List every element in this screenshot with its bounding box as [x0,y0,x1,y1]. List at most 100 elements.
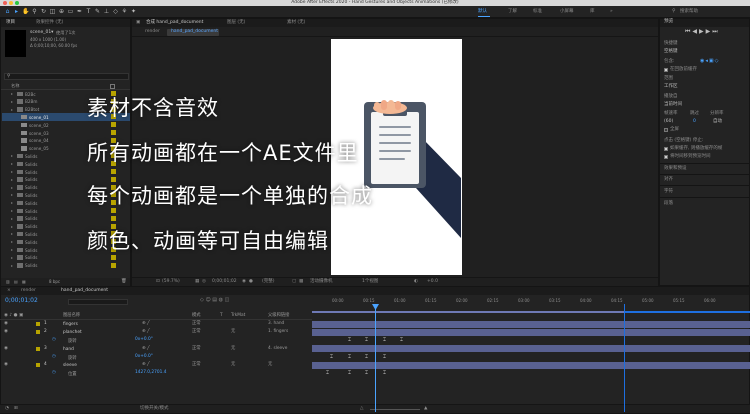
project-comp-item[interactable]: scene_03 [2,129,130,137]
mask-icon[interactable]: ◎ [202,279,206,285]
visibility-eye-icon[interactable]: ◉ [4,321,8,327]
rotate-tool-icon[interactable]: ↻ [40,8,47,16]
label-color-tag[interactable] [111,223,116,229]
layer-name[interactable]: planchet [63,330,82,335]
layer-trkmat-dropdown[interactable]: 无 [231,329,235,334]
layer-label-color[interactable] [36,346,40,351]
playhead-line[interactable] [375,304,376,412]
shy-icon[interactable]: ☺ [205,297,210,303]
exposure-value[interactable]: +0.0 [427,279,438,285]
expand-arrow-icon[interactable]: ▸ [11,99,13,104]
panel-paragraph[interactable]: 段落 [664,201,673,207]
layer-trkmat-dropdown[interactable]: 无 [231,362,235,367]
av-features-icon[interactable]: ◉ ♪ ● ▣ [4,313,23,319]
help-search-input[interactable]: 搜索帮助 [680,9,698,15]
timeline-tab-render[interactable]: render [21,288,36,294]
lock-icon[interactable]: ▣ [136,20,140,26]
label-color-tag[interactable] [111,176,116,182]
zoom-tool-icon[interactable]: ⚲ [31,8,38,16]
workspace-tab-standard[interactable]: 标准 [533,9,542,15]
shortcut-dropdown[interactable]: 空格键 [664,49,678,55]
panel-character[interactable]: 字符 [664,189,673,195]
label-color-tag[interactable] [111,262,116,268]
pen-tool-icon[interactable]: ✒ [76,8,83,16]
render-time-icon[interactable]: ◔ [5,406,9,412]
expand-arrow-icon[interactable]: ▸ [11,107,13,112]
keyframe-icon[interactable]: ⌶ [383,337,386,343]
timeline-search-input[interactable] [68,299,128,305]
visibility-eye-icon[interactable]: ◉ [4,346,8,352]
visibility-eye-icon[interactable]: ◉ [4,330,8,335]
visibility-eye-icon[interactable]: ◉ [4,362,8,368]
property-name[interactable]: 旋转 [68,338,77,344]
expand-arrow-icon[interactable]: ▸ [11,224,13,229]
layer-controls-toggle-icon[interactable]: ◇ [715,58,720,64]
tab-footage[interactable]: 素材 (无) [287,20,305,26]
range-dropdown[interactable]: 工作区 [664,84,678,90]
layer-duration-bar[interactable] [312,345,750,353]
grid-icon[interactable]: ▦ [195,279,199,285]
roto-brush-tool-icon[interactable]: ⚘ [121,8,128,16]
project-folder-item[interactable]: ▸ Solids [2,262,130,270]
transparency-grid-icon[interactable]: ▩ [299,279,303,285]
label-color-tag[interactable] [111,208,116,213]
keyframe-icon[interactable]: ⌶ [330,354,333,360]
layer-mode-dropdown[interactable]: 正常 [192,321,201,326]
property-value[interactable]: 0x+0.0° [135,354,153,359]
expand-arrow-icon[interactable]: ▸ [11,91,13,96]
stopwatch-icon[interactable]: ◷ [52,354,56,359]
tab-composition[interactable]: 合成 hand_pad_document [146,20,203,26]
layer-parent-dropdown[interactable]: 4. sleeve [268,346,287,351]
layer-duration-bar[interactable] [312,361,750,369]
layer-name[interactable]: sleeve [63,363,77,368]
graph-editor-icon[interactable]: ◫ [225,297,230,303]
eraser-tool-icon[interactable]: ◇ [112,8,119,16]
always-preview-icon[interactable]: ⊡ [156,279,160,285]
workspace-tab-default[interactable]: 默认 [478,9,487,15]
layer-parent-dropdown[interactable]: 1. fingers [268,329,288,334]
rectangle-tool-icon[interactable]: ▭ [67,8,74,16]
cache-checkbox[interactable] [664,68,668,72]
play-from-dropdown[interactable]: 当前时间 [664,102,682,108]
label-color-tag[interactable] [111,130,116,135]
expand-arrow-icon[interactable]: ▸ [11,216,13,221]
project-search-input[interactable]: ⚲ [4,73,129,80]
expand-arrow-icon[interactable]: ▸ [11,177,13,182]
draft-3d-icon[interactable]: ◇ [200,297,204,303]
selected-item-name[interactable]: scene_01▾ [30,30,53,36]
layer-label-color[interactable] [36,363,40,367]
tab-layer[interactable]: 图层 (无) [227,20,245,26]
layer-parent-dropdown[interactable]: 无 [268,362,272,367]
frame-rate-dropdown[interactable]: (60) [664,119,673,125]
label-column-icon[interactable] [110,84,115,89]
timeline-timecode[interactable]: 0;00;01;02 [5,298,38,304]
expand-arrow-icon[interactable]: ▸ [11,247,13,252]
trash-icon[interactable]: 🗑 [121,279,127,285]
project-comp-item[interactable]: scene_02 [2,121,130,129]
color-channel-icon[interactable]: ● [249,279,253,285]
layer-mode-dropdown[interactable]: 正常 [192,329,201,334]
last-frame-icon[interactable]: ⏭ [712,28,719,35]
expand-arrow-icon[interactable]: ▸ [11,255,13,260]
close-icon[interactable]: × [7,288,11,294]
selection-tool-icon[interactable]: ▸ [13,8,20,16]
expand-arrow-icon[interactable]: ▸ [11,153,13,158]
cache-stop-checkbox[interactable] [664,147,668,151]
project-folder-item[interactable]: ▸ Solids [2,254,130,262]
home-icon[interactable]: ⌂ [4,8,11,16]
resolution-dropdown[interactable]: (完整) [262,279,275,285]
workspace-tab-learn[interactable]: 了解 [508,9,517,15]
new-folder-icon[interactable]: ▤ [14,280,18,284]
column-parent[interactable]: 父级和链接 [268,313,289,318]
column-trkmat[interactable]: TrkMat [231,313,245,318]
workspace-more-icon[interactable]: » [610,9,613,15]
layer-switches[interactable]: ⊕ ╱ [142,321,150,326]
skip-value[interactable]: 0 [693,119,696,125]
viewer-timecode[interactable]: 0;00;01;02 [212,279,237,285]
project-folder-item[interactable]: ▸ Solids [2,168,130,176]
magnification-dropdown[interactable]: (59.7%) [162,279,180,285]
new-comp-icon[interactable]: ▦ [22,280,26,284]
camera-dropdown[interactable]: 活动摄像机 [310,279,333,285]
stopwatch-icon[interactable]: ◷ [52,370,56,375]
column-layer-name[interactable]: 图层名称 [63,313,80,318]
